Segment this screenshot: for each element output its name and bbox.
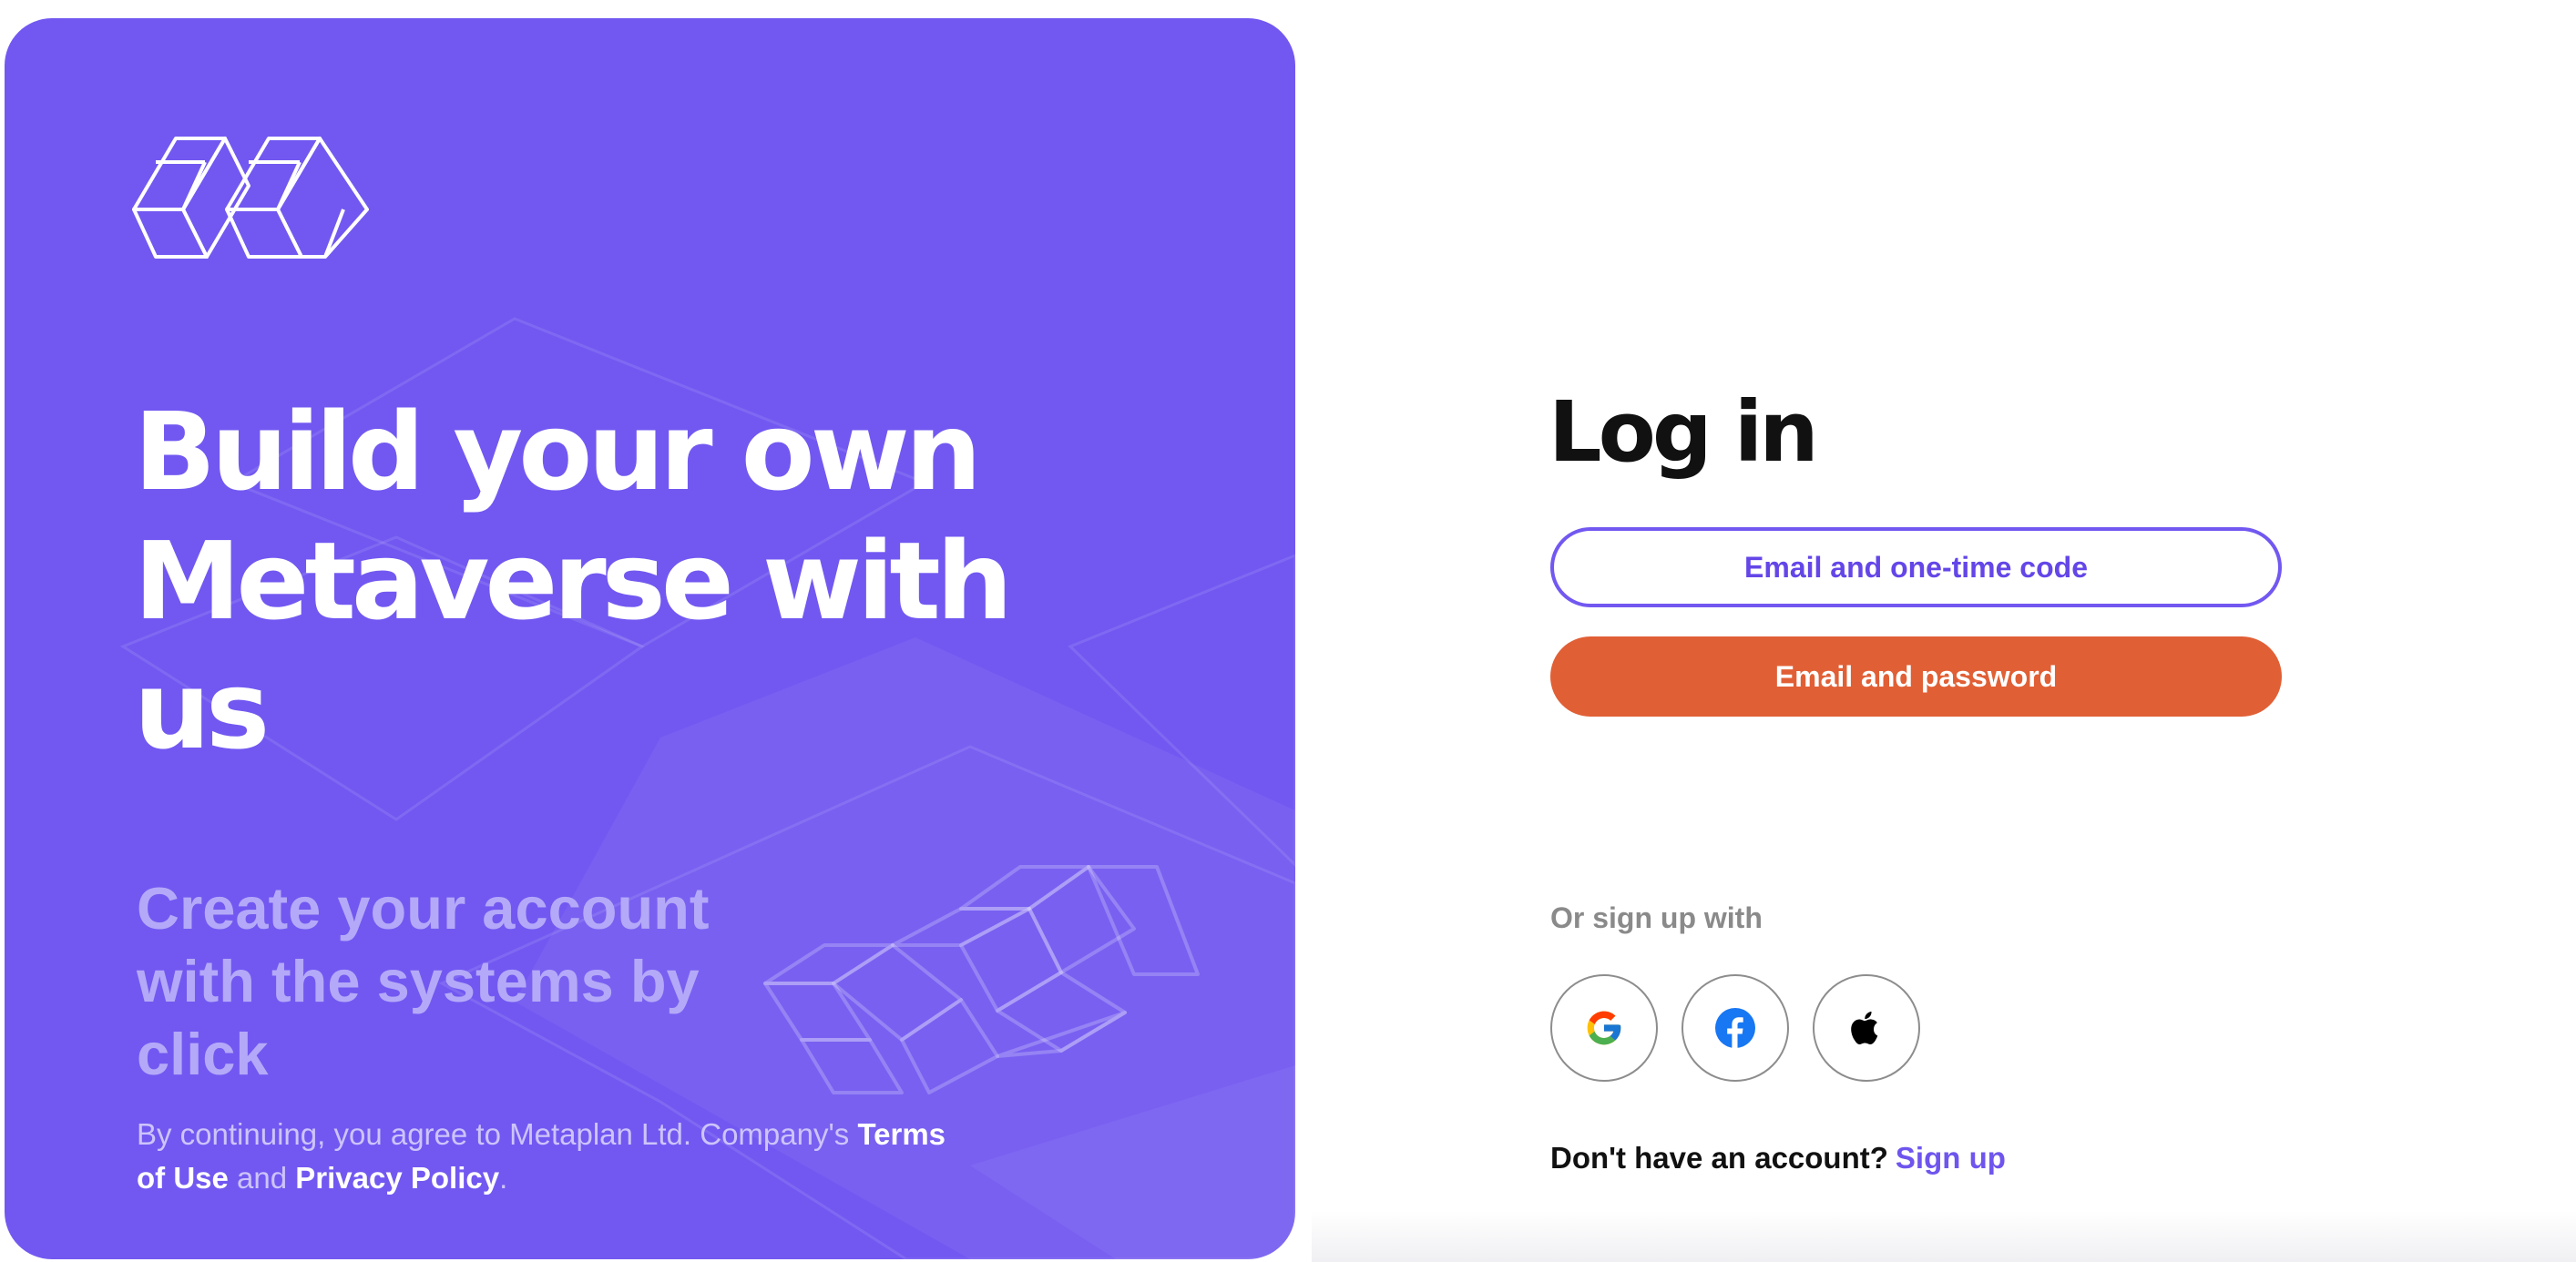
promo-panel: Build your own Metaverse with us Create … <box>5 18 1295 1259</box>
google-icon <box>1587 1011 1621 1045</box>
facebook-sign-up-button[interactable] <box>1682 974 1789 1082</box>
legal-suffix: . <box>499 1161 508 1195</box>
or-sign-up-label: Or sign up with <box>1550 901 1763 934</box>
no-account-text: Don't have an account? <box>1550 1141 1888 1175</box>
google-sign-up-button[interactable] <box>1550 974 1658 1082</box>
legal-notice: By continuing, you agree to Metaplan Ltd… <box>137 1113 956 1200</box>
password-button-label: Email and password <box>1774 659 2058 693</box>
email-password-button[interactable]: Email and password <box>1550 636 2282 717</box>
apple-sign-up-button[interactable] <box>1813 974 1920 1082</box>
otp-button-label: Email and one-time code <box>1744 550 2088 584</box>
promo-subline: Create your account with the systems by … <box>137 875 710 1087</box>
email-one-time-code-button[interactable]: Email and one-time code <box>1550 527 2282 607</box>
login-page: Build your own Metaverse with us Create … <box>0 0 2576 1262</box>
facebook-icon <box>1715 1008 1755 1048</box>
privacy-policy-link[interactable]: Privacy Policy <box>295 1161 499 1195</box>
legal-and: and <box>228 1161 296 1195</box>
cubes-logo-icon <box>132 137 369 259</box>
bottom-shadow <box>1312 1211 2576 1262</box>
login-title: Log in <box>1549 383 1819 481</box>
legal-prefix: By continuing, you agree to Metaplan Ltd… <box>137 1117 858 1151</box>
sign-up-link[interactable]: Sign up <box>1896 1141 2006 1175</box>
sign-up-row: Don't have an account? Sign up <box>1550 1141 2006 1175</box>
apple-icon <box>1851 1012 1878 1044</box>
promo-headline: Build your own Metaverse with us <box>134 389 1013 773</box>
